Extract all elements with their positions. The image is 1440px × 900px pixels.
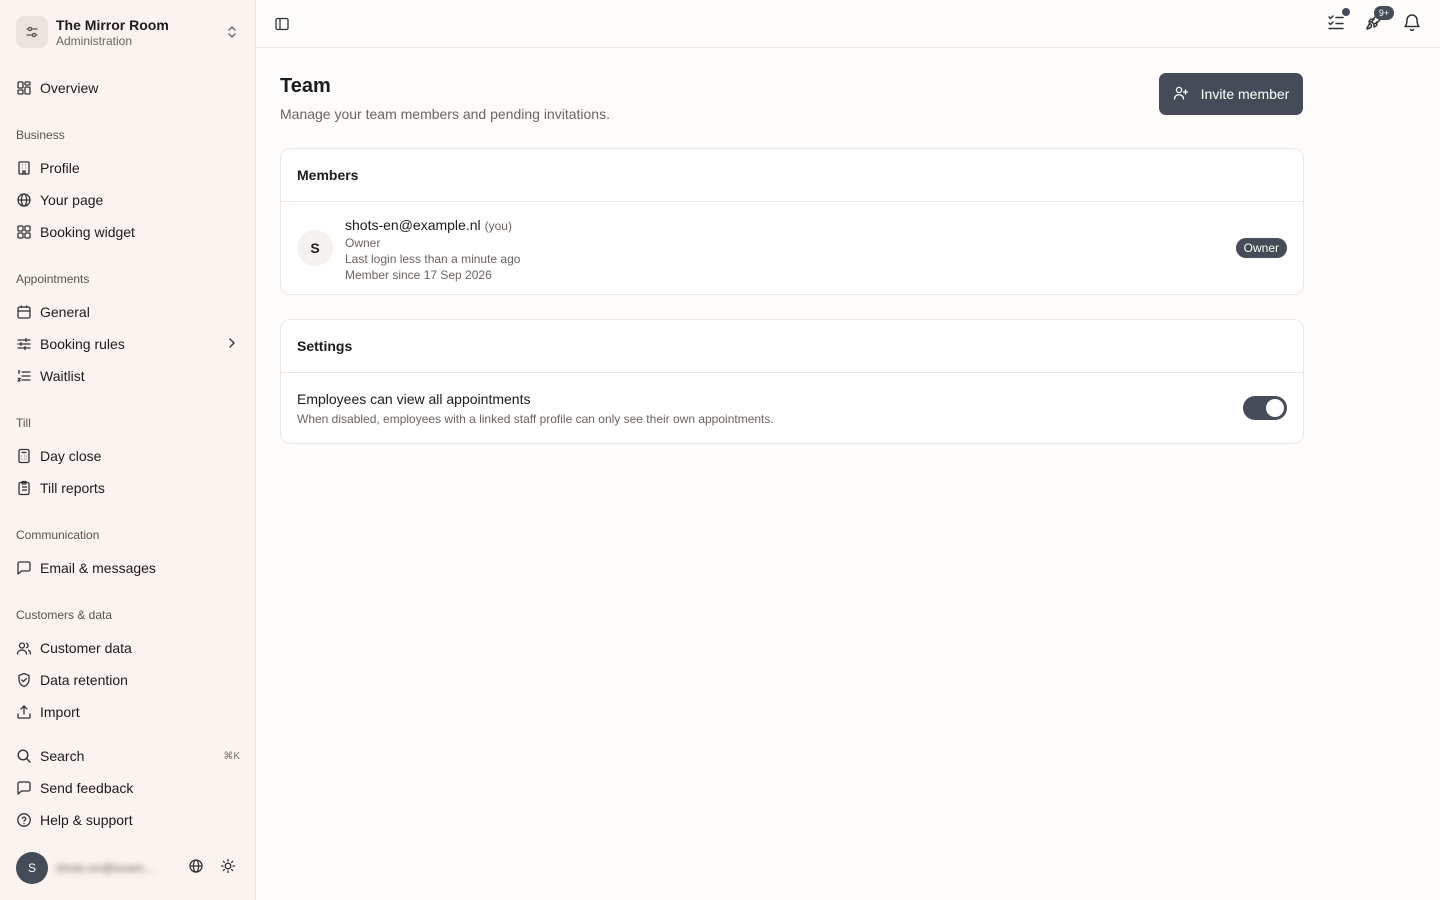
sidebar-item-help[interactable]: Help & support (16, 808, 240, 832)
setting-row: Employees can view all appointments When… (281, 373, 1303, 443)
section-label-till: Till (16, 416, 31, 430)
section-label-appointments: Appointments (16, 272, 90, 286)
sidebar-item-profile[interactable]: Profile (16, 156, 240, 180)
bell-icon (1402, 12, 1422, 37)
sidebar-item-label: Customer data (40, 640, 132, 656)
message-square-icon (16, 780, 32, 796)
sidebar-item-your-page[interactable]: Your page (16, 188, 240, 212)
building-icon (16, 160, 32, 176)
section-label-communication: Communication (16, 528, 100, 542)
sidebar-item-day-close[interactable]: Day close (16, 444, 240, 468)
calculator-icon (16, 448, 32, 464)
avatar: S (297, 230, 333, 266)
invite-member-label: Invite member (1200, 86, 1290, 102)
user-email: shots-en@exam... (56, 861, 154, 875)
sidebar-item-label: Overview (40, 80, 99, 96)
sidebar-item-data-retention[interactable]: Data retention (16, 668, 240, 692)
users-icon (16, 640, 32, 656)
sidebar-item-label: Data retention (40, 672, 128, 688)
sidebar-item-waitlist[interactable]: Waitlist (16, 364, 240, 388)
member-last-login: Last login less than a minute ago (345, 252, 521, 266)
sidebar: The Mirror Room Administration Overview … (0, 0, 256, 900)
sidebar-item-booking-widget[interactable]: Booking widget (16, 220, 240, 244)
shield-check-icon (16, 672, 32, 688)
help-circle-icon (16, 812, 32, 828)
sidebar-item-booking-rules[interactable]: Booking rules (16, 332, 240, 356)
workspace-subtitle: Administration (56, 33, 133, 48)
sidebar-item-general[interactable]: General (16, 300, 240, 324)
invite-member-button[interactable]: Invite member (1159, 73, 1303, 115)
page-subtitle: Manage your team members and pending inv… (280, 106, 610, 122)
message-square-icon (16, 560, 32, 576)
sidebar-item-label: Your page (40, 192, 104, 208)
clipboard-list-icon (16, 480, 32, 496)
list-ordered-icon (16, 368, 32, 384)
panel-left-icon[interactable] (274, 16, 290, 32)
sidebar-item-label: Search (40, 748, 85, 764)
workspace-name: The Mirror Room (56, 16, 169, 33)
layout-grid-icon (16, 80, 32, 96)
member-since: Member since 17 Sep 2026 (345, 268, 492, 282)
sidebar-item-label: Email & messages (40, 560, 156, 576)
section-label-customers: Customers & data (16, 608, 113, 622)
user-menu[interactable]: S shots-en@exam... (16, 852, 248, 884)
notification-badge: 9+ (1374, 6, 1394, 20)
chevron-right-icon (224, 335, 240, 354)
settings-card-title: Settings (281, 320, 1303, 373)
search-shortcut: ⌘K (223, 750, 240, 762)
sidebar-item-search[interactable]: Search ⌘K (16, 744, 240, 768)
sidebar-item-label: Booking widget (40, 224, 135, 240)
sidebar-item-till-reports[interactable]: Till reports (16, 476, 240, 500)
tasks-indicator-dot (1342, 8, 1350, 16)
members-card: Members S shots-en@example.nl (you) Owner… (280, 148, 1304, 295)
sidebar-item-label: Send feedback (40, 780, 134, 796)
sidebar-item-label: Till reports (40, 480, 105, 496)
search-icon (16, 748, 32, 764)
member-email: shots-en@example.nl (345, 217, 481, 233)
sidebar-item-label: Help & support (40, 812, 133, 828)
status-badge: Owner (1235, 238, 1287, 258)
members-card-title: Members (281, 149, 1303, 202)
setting-description: When disabled, employees with a linked s… (297, 412, 774, 426)
upload-icon (16, 704, 32, 720)
avatar[interactable]: S (16, 852, 48, 884)
sun-icon[interactable] (220, 858, 236, 879)
sidebar-item-label: Import (40, 704, 80, 720)
tasks-button[interactable] (1326, 8, 1350, 34)
sidebar-item-overview[interactable]: Overview (16, 76, 240, 100)
sidebar-item-email-messages[interactable]: Email & messages (16, 556, 240, 580)
language-globe-icon[interactable] (188, 858, 204, 879)
sidebar-item-label: Waitlist (40, 368, 85, 384)
sidebar-item-send-feedback[interactable]: Send feedback (16, 776, 240, 800)
sidebar-item-label: Profile (40, 160, 80, 176)
chevrons-up-down-icon (224, 24, 240, 40)
globe-icon (16, 192, 32, 208)
top-bar: 9+ (256, 0, 1440, 48)
grid-icon (16, 224, 32, 240)
sliders-horizontal-icon (16, 336, 32, 352)
sidebar-item-import[interactable]: Import (16, 700, 240, 724)
calendar-icon (16, 304, 32, 320)
sidebar-item-label: Booking rules (40, 336, 125, 352)
sidebar-item-label: Day close (40, 448, 102, 464)
list-item: S shots-en@example.nl (you) Owner Last lo… (281, 202, 1303, 294)
section-label-business: Business (16, 128, 65, 142)
member-role: Owner (345, 236, 381, 250)
page-title: Team (280, 75, 331, 97)
workspace-switcher[interactable]: The Mirror Room Administration (16, 14, 248, 50)
sliders-icon (16, 16, 48, 48)
sidebar-item-label: General (40, 304, 90, 320)
user-plus-icon (1173, 85, 1189, 104)
employees-view-all-toggle[interactable] (1243, 396, 1287, 420)
sidebar-item-customer-data[interactable]: Customer data (16, 636, 240, 660)
setting-title: Employees can view all appointments (297, 391, 531, 407)
whats-new-button[interactable]: 9+ (1364, 6, 1394, 34)
toggle-knob (1266, 399, 1284, 417)
notifications-button[interactable] (1402, 12, 1422, 37)
you-tag: (you) (484, 219, 512, 233)
settings-card: Settings Employees can view all appointm… (280, 319, 1304, 444)
